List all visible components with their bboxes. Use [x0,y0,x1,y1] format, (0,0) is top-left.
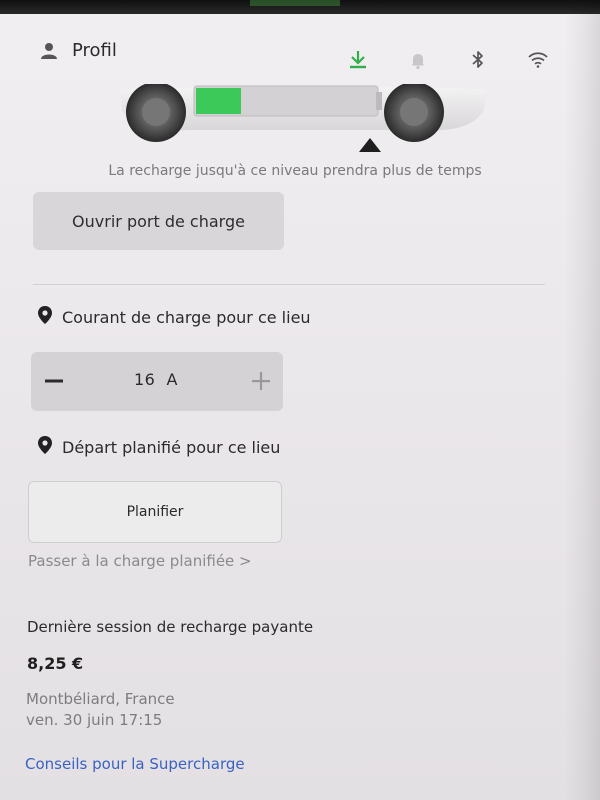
scheduled-departure-title: Départ planifié pour ce lieu [38,436,280,458]
charge-limit-marker[interactable] [359,138,381,152]
location-pin-icon [38,306,52,328]
charge-current-value: 16 A [134,370,178,389]
range-note: La recharge jusqu'à ce niveau prendra pl… [108,163,482,179]
rear-wheel-hub [400,98,428,126]
increase-current-button[interactable] [246,366,276,396]
last-session-date: ven. 30 juin 17:15 [26,711,163,729]
location-pin-icon [38,436,52,458]
download-icon[interactable] [346,48,370,72]
bell-icon[interactable] [406,48,430,72]
screen-bezel [0,0,600,14]
scheduled-departure-label: Départ planifié pour ce lieu [62,437,281,457]
switch-to-scheduled-charging-link[interactable]: Passer à la charge planifiée > [28,552,252,570]
decrease-current-button[interactable] [41,366,71,396]
open-charge-port-button[interactable]: Ouvrir port de charge [33,192,284,250]
charge-current-stepper: 16 A [31,352,283,411]
section-divider [33,284,545,285]
profile-button[interactable]: Profil [40,40,117,61]
profile-label: Profil [72,40,117,61]
schedule-button[interactable]: Planifier [28,481,282,543]
car-battery-illustration [120,84,486,152]
charging-screen: Profil La recharge jusqu'à ce niveau pre… [0,0,600,800]
battery-terminal [376,92,382,110]
front-wheel-hub [142,98,170,126]
charge-current-label: Courant de charge pour ce lieu [62,307,311,327]
last-session-title: Dernière session de recharge payante [27,618,314,636]
person-icon [40,42,58,60]
status-bar: Profil [0,30,600,74]
supercharge-tips-link[interactable]: Conseils pour la Supercharge [25,755,245,773]
last-session-amount: 8,25 € [27,654,84,673]
bluetooth-icon[interactable] [466,48,490,72]
last-session-location: Montbéliard, France [26,690,175,708]
battery-fill [196,88,241,114]
wifi-icon[interactable] [526,48,550,72]
screen-edge-shadow [564,0,600,800]
charge-current-title: Courant de charge pour ce lieu [38,306,311,328]
